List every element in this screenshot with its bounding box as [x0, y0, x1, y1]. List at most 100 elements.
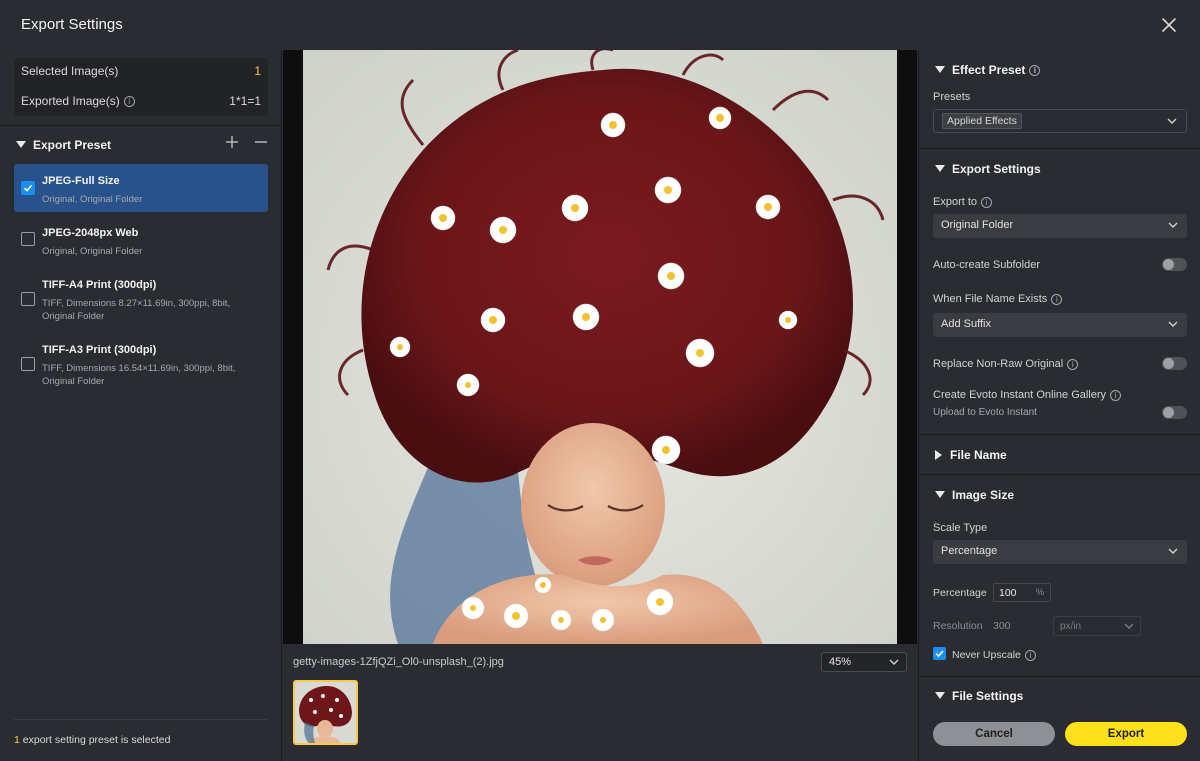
scale-type-label: Scale Type: [933, 522, 988, 534]
effect-presets-select[interactable]: Applied Effects: [933, 109, 1187, 133]
export-to-text: Export to: [933, 196, 978, 208]
chevron-down-icon: [1124, 623, 1134, 629]
file-name-title: File Name: [950, 448, 1007, 462]
checkmark-icon: [23, 184, 33, 192]
file-name-exists-value: Add Suffix: [941, 318, 991, 330]
selected-preset-text: export setting preset is selected: [22, 734, 171, 746]
preset-name: JPEG-2048px Web: [42, 227, 139, 239]
chevron-down-icon: [889, 659, 899, 665]
applied-effects-chip: Applied Effects: [942, 113, 1022, 129]
divider: [919, 676, 1200, 677]
preset-checkbox[interactable]: [21, 357, 35, 371]
export-preset-title: Export Preset: [33, 138, 112, 152]
selected-images-row: Selected Image(s) 1: [21, 64, 261, 84]
export-button[interactable]: Export: [1065, 722, 1187, 746]
gallery-text: Create Evoto Instant Online Gallery: [933, 389, 1107, 401]
export-to-value: Original Folder: [941, 219, 1014, 231]
preset-item-tiff-a3-print[interactable]: TIFF-A3 Print (300dpi) TIFF, Dimensions …: [14, 337, 268, 393]
info-icon[interactable]: i: [1067, 358, 1079, 370]
file-name-exists-select[interactable]: Add Suffix: [933, 313, 1187, 337]
preset-item-jpeg-full-size[interactable]: JPEG-Full Size Original, Original Folder: [14, 164, 268, 212]
triangle-down-icon: [935, 66, 945, 74]
info-icon[interactable]: i: [1024, 649, 1036, 661]
plus-icon: [226, 136, 238, 148]
chevron-down-icon: [1168, 222, 1178, 228]
gallery-label: Create Evoto Instant Online Gallery i: [933, 389, 1122, 401]
replace-original-text: Replace Non-Raw Original: [933, 358, 1064, 370]
portrait-photo: [303, 50, 897, 644]
selected-images-label: Selected Image(s): [21, 64, 119, 78]
effect-preset-header[interactable]: Effect Preset i: [935, 63, 1041, 77]
preset-checkbox[interactable]: [21, 181, 35, 195]
preset-name: JPEG-Full Size: [42, 175, 120, 187]
auto-subfolder-toggle[interactable]: [1162, 258, 1187, 271]
toggle-knob: [1163, 259, 1174, 270]
export-settings-title: Export Settings: [952, 162, 1041, 176]
info-icon[interactable]: i: [1051, 293, 1063, 305]
preset-item-jpeg-2048px-web[interactable]: JPEG-2048px Web Original, Original Folde…: [14, 218, 268, 262]
preset-checkbox[interactable]: [21, 232, 35, 246]
never-upscale-text: Never Upscale: [952, 649, 1021, 661]
gallery-sub-label: Upload to Evoto Instant: [933, 407, 1037, 418]
file-name-exists-text: When File Name Exists: [933, 293, 1048, 305]
divider: [14, 719, 268, 720]
toggle-knob: [1163, 407, 1174, 418]
minus-icon: [255, 141, 267, 143]
thumbnail-photo: [295, 682, 356, 743]
image-size-title: Image Size: [952, 488, 1015, 502]
info-icon[interactable]: i: [1029, 65, 1041, 77]
scale-type-select[interactable]: Percentage: [933, 540, 1187, 564]
add-preset-button[interactable]: [226, 136, 238, 148]
preset-item-tiff-a4-print[interactable]: TIFF-A4 Print (300dpi) TIFF, Dimensions …: [14, 272, 268, 328]
presets-label: Presets: [933, 91, 971, 103]
zoom-value: 45%: [829, 656, 852, 668]
preview-image: [303, 50, 897, 644]
divider: [919, 474, 1200, 475]
close-icon: [1162, 18, 1176, 32]
file-settings-title: File Settings: [952, 689, 1024, 703]
close-button[interactable]: [1158, 14, 1180, 36]
title-bar: Export Settings: [0, 0, 1200, 50]
percentage-unit: %: [1035, 587, 1044, 597]
info-icon[interactable]: i: [981, 196, 993, 208]
zoom-select[interactable]: 45%: [821, 652, 907, 672]
triangle-down-icon: [935, 692, 945, 700]
image-thumbnail[interactable]: [293, 680, 358, 745]
divider: [0, 125, 282, 126]
exported-images-value: 1*1=1: [229, 94, 261, 108]
preset-checkbox[interactable]: [21, 292, 35, 306]
preset-desc: TIFF, Dimensions 16.54×11.69in, 300ppi, …: [42, 363, 236, 387]
export-to-select[interactable]: Original Folder: [933, 214, 1187, 238]
image-size-header[interactable]: Image Size: [935, 488, 1014, 502]
chevron-down-icon: [1168, 321, 1178, 327]
export-settings-dialog: Export Settings Selected Image(s) 1 Expo…: [0, 0, 1200, 761]
info-icon[interactable]: i: [123, 96, 135, 108]
preset-desc: TIFF, Dimensions 8.27×11.69in, 300ppi, 8…: [42, 298, 231, 322]
chevron-down-icon: [1168, 548, 1178, 554]
export-settings-header[interactable]: Export Settings: [935, 162, 1041, 176]
preset-name: TIFF-A3 Print (300dpi): [42, 344, 157, 356]
triangle-down-icon: [16, 141, 26, 149]
never-upscale-checkbox[interactable]: [933, 647, 946, 660]
auto-subfolder-label: Auto-create Subfolder: [933, 259, 1041, 271]
percentage-input[interactable]: 100 %: [993, 583, 1051, 602]
preview-filename: getty-images-1ZfjQZi_Ol0-unsplash_(2).jp…: [293, 656, 504, 668]
gallery-toggle[interactable]: [1162, 406, 1187, 419]
export-preset-header[interactable]: Export Preset: [16, 138, 111, 152]
replace-original-toggle[interactable]: [1162, 357, 1187, 370]
cancel-button[interactable]: Cancel: [933, 722, 1055, 746]
triangle-down-icon: [935, 491, 945, 499]
file-name-exists-label: When File Name Exists i: [933, 293, 1063, 305]
scale-type-value: Percentage: [941, 545, 998, 557]
file-settings-header[interactable]: File Settings: [935, 689, 1023, 703]
preset-selection-status: 1 export setting preset is selected: [14, 734, 170, 746]
file-name-header[interactable]: File Name: [935, 448, 1007, 462]
never-upscale-label: Never Upscale i: [952, 649, 1036, 661]
info-icon[interactable]: i: [1110, 389, 1122, 401]
dialog-title: Export Settings: [21, 16, 123, 33]
preset-name: TIFF-A4 Print (300dpi): [42, 279, 157, 291]
selected-preset-count: 1: [14, 734, 20, 746]
remove-preset-button[interactable]: [255, 136, 267, 148]
preview-panel: getty-images-1ZfjQZi_Ol0-unsplash_(2).jp…: [283, 50, 917, 761]
resolution-unit-select[interactable]: px/in: [1053, 616, 1141, 636]
